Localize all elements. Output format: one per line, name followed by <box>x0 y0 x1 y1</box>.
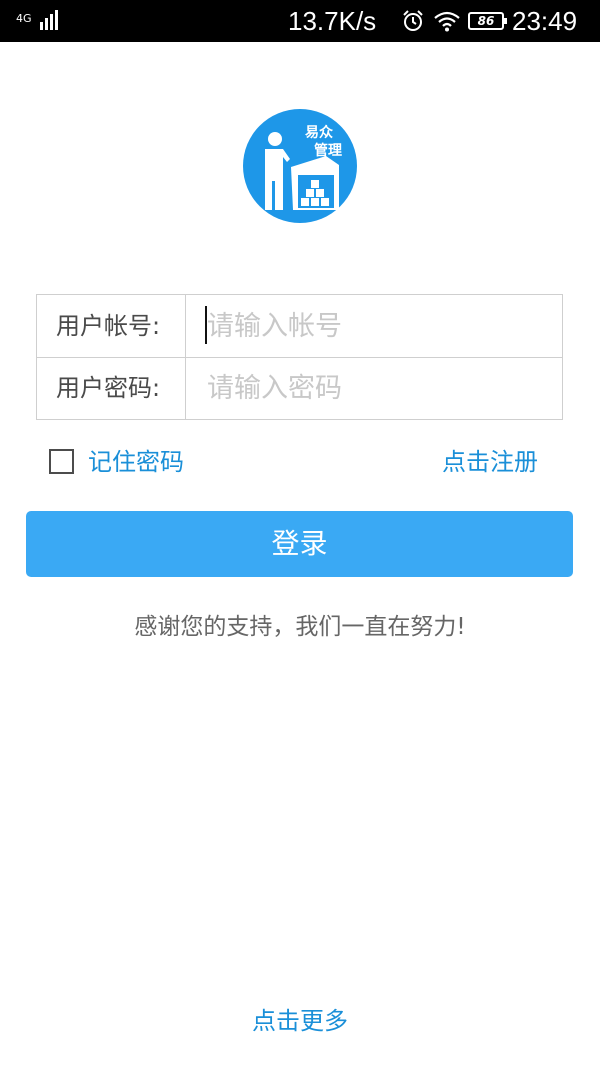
alarm-icon <box>403 10 423 31</box>
logo-text-line1: 易众 <box>305 124 333 141</box>
app-logo: 易众 管理 <box>243 109 357 223</box>
status-bar: 4G 13.7K/s 86 23:49 <box>0 0 600 42</box>
clock: 23:49 <box>512 6 578 36</box>
register-link[interactable]: 点击注册 <box>442 445 538 479</box>
login-form: 用户帐号: 用户密码: <box>36 294 563 420</box>
wifi-icon <box>434 11 460 32</box>
password-row: 用户密码: <box>37 357 562 419</box>
more-link[interactable]: 点击更多 <box>0 1004 600 1038</box>
account-input[interactable] <box>187 295 559 357</box>
account-label: 用户帐号: <box>37 295 186 357</box>
battery-level: 86 <box>477 14 495 28</box>
logo-text-line2: 管理 <box>314 142 342 159</box>
account-row: 用户帐号: <box>37 295 562 358</box>
network-type: 4G <box>16 12 32 25</box>
network-speed: 13.7K/s <box>288 6 377 36</box>
thanks-message: 感谢您的支持，我们一直在努力! <box>134 614 466 640</box>
remember-password-checkbox[interactable] <box>49 449 74 474</box>
battery-icon: 86 <box>468 12 507 30</box>
text-cursor <box>205 306 207 344</box>
password-label: 用户密码: <box>37 357 186 419</box>
signal-icon <box>40 10 58 30</box>
remember-password-label[interactable]: 记住密码 <box>88 445 184 479</box>
login-button[interactable]: 登录 <box>26 511 573 577</box>
password-input[interactable] <box>187 357 559 419</box>
